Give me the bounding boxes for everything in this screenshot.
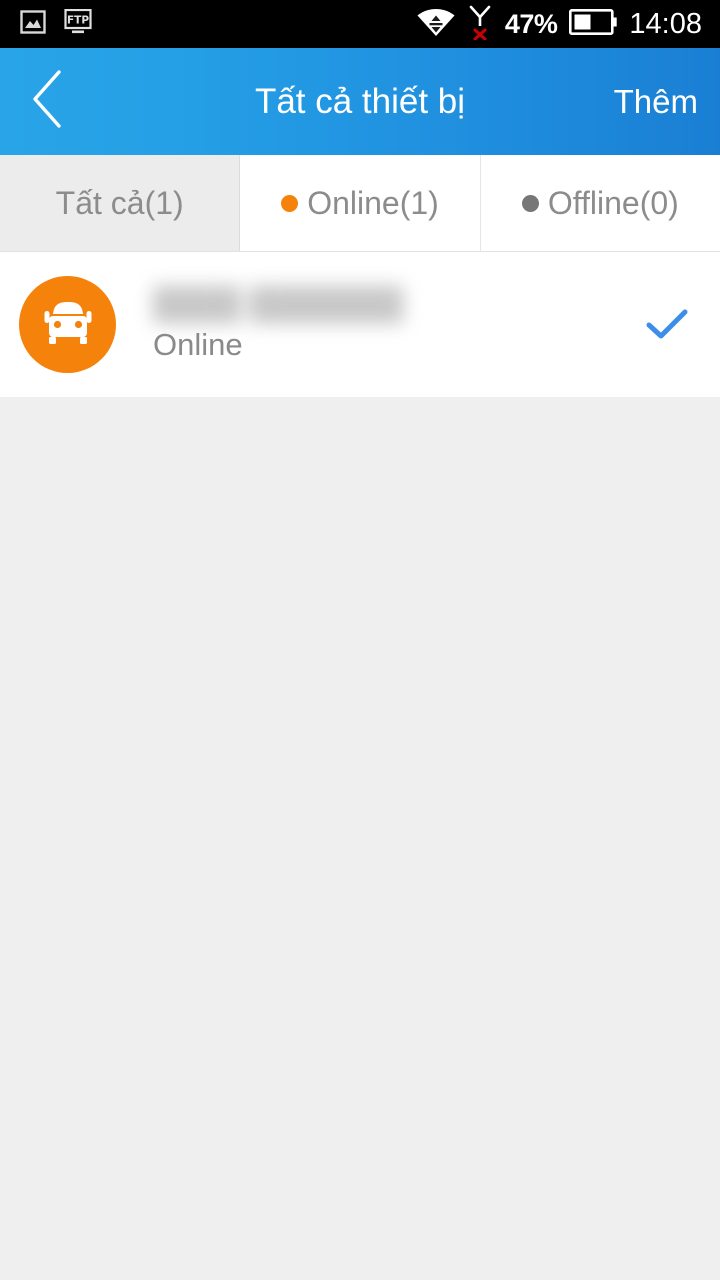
device-list-item[interactable]: ████ ███████ Online: [0, 252, 720, 397]
status-bar: FTP 47% 14:08: [0, 0, 720, 48]
tab-offline-label: Offline(0): [547, 184, 679, 221]
svg-text:FTP: FTP: [67, 14, 89, 26]
add-device-button[interactable]: Thêm: [614, 83, 720, 121]
clock-label: 14:08: [629, 7, 702, 40]
tab-online[interactable]: Online(1): [240, 155, 481, 251]
online-status-dot: [281, 194, 299, 212]
ftp-icon: FTP: [64, 8, 92, 40]
tab-online-label: Online(1): [307, 184, 439, 221]
status-bar-right-icons: 47% 14:08: [417, 4, 720, 45]
device-status: Online: [153, 326, 243, 362]
battery-half-icon: [569, 8, 618, 40]
tab-offline[interactable]: Offline(0): [480, 155, 720, 251]
page-title: Tất cả thiết bị: [254, 82, 466, 121]
device-avatar: [19, 276, 116, 373]
battery-percent-label: 47%: [504, 8, 558, 39]
device-info: ████ ███████ Online: [116, 285, 640, 363]
device-list: ████ ███████ Online: [0, 252, 720, 397]
device-filter-tabs: Tất cả(1) Online(1) Offline(0): [0, 155, 720, 252]
device-name: ████ ███████: [153, 285, 404, 321]
tab-all-label: Tất cả(1): [55, 184, 184, 221]
status-bar-left-icons: FTP: [0, 8, 92, 40]
device-selected-checkmark[interactable]: [640, 298, 694, 352]
empty-content-area: [0, 397, 720, 1279]
app-header: Tất cả thiết bị Thêm: [0, 48, 720, 155]
tab-all[interactable]: Tất cả(1): [0, 155, 241, 251]
wifi-transfer-icon: [417, 7, 455, 42]
chevron-left-icon: [27, 68, 69, 135]
back-button[interactable]: [0, 48, 96, 155]
photo-icon: [20, 9, 46, 39]
signal-no-service-icon: [467, 4, 493, 45]
car-icon: [38, 294, 98, 355]
offline-status-dot: [521, 194, 539, 212]
